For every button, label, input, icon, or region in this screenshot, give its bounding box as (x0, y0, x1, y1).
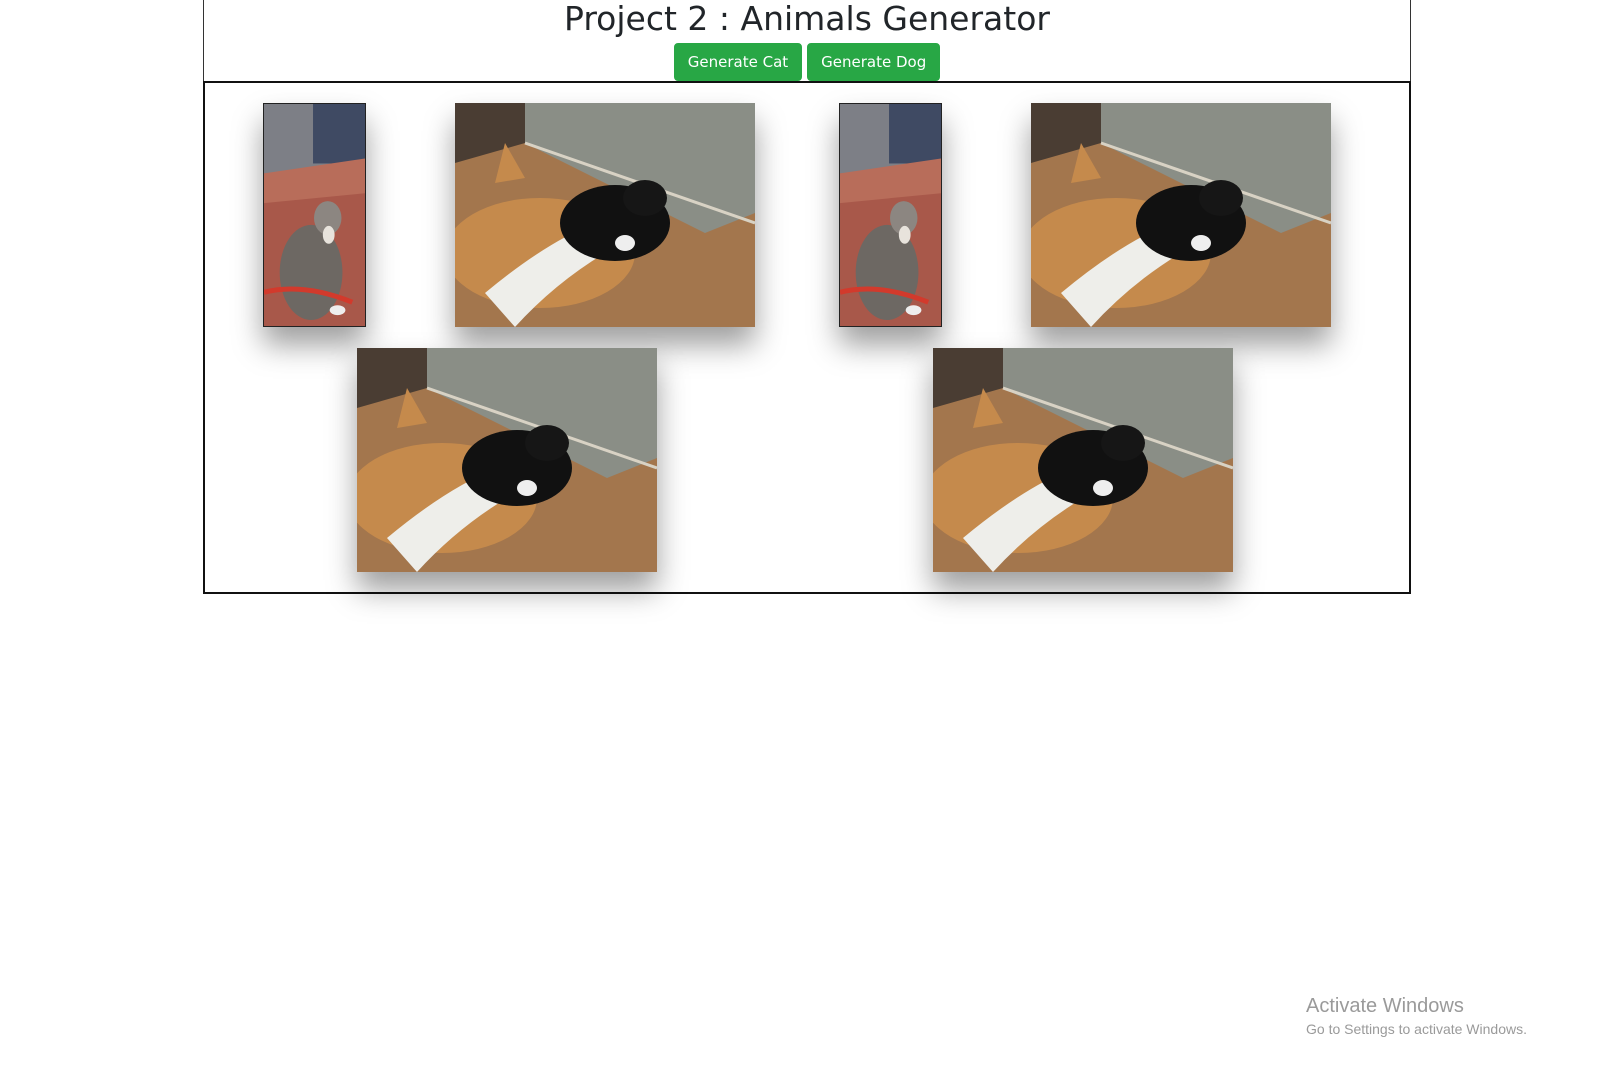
dog-image (933, 348, 1233, 572)
windows-activation-watermark: Activate Windows Go to Settings to activ… (1306, 993, 1527, 1039)
cat-image (263, 103, 366, 327)
page-title: Project 2 : Animals Generator (564, 0, 1050, 38)
cat-image (839, 103, 942, 327)
watermark-title: Activate Windows (1306, 995, 1464, 1017)
watermark-subtitle: Go to Settings to activate Windows. (1306, 1021, 1527, 1037)
dog-image (357, 348, 657, 572)
button-row: Generate Cat Generate Dog (204, 43, 1410, 81)
dog-image (1031, 103, 1331, 327)
generate-cat-button[interactable]: Generate Cat (673, 43, 803, 81)
page: Project 2 : Animals Generator Generate C… (0, 0, 1600, 1080)
header: Project 2 : Animals Generator Generate C… (203, 0, 1411, 82)
generate-dog-button[interactable]: Generate Dog (807, 43, 941, 81)
dog-image (455, 103, 755, 327)
image-gallery (203, 81, 1411, 594)
